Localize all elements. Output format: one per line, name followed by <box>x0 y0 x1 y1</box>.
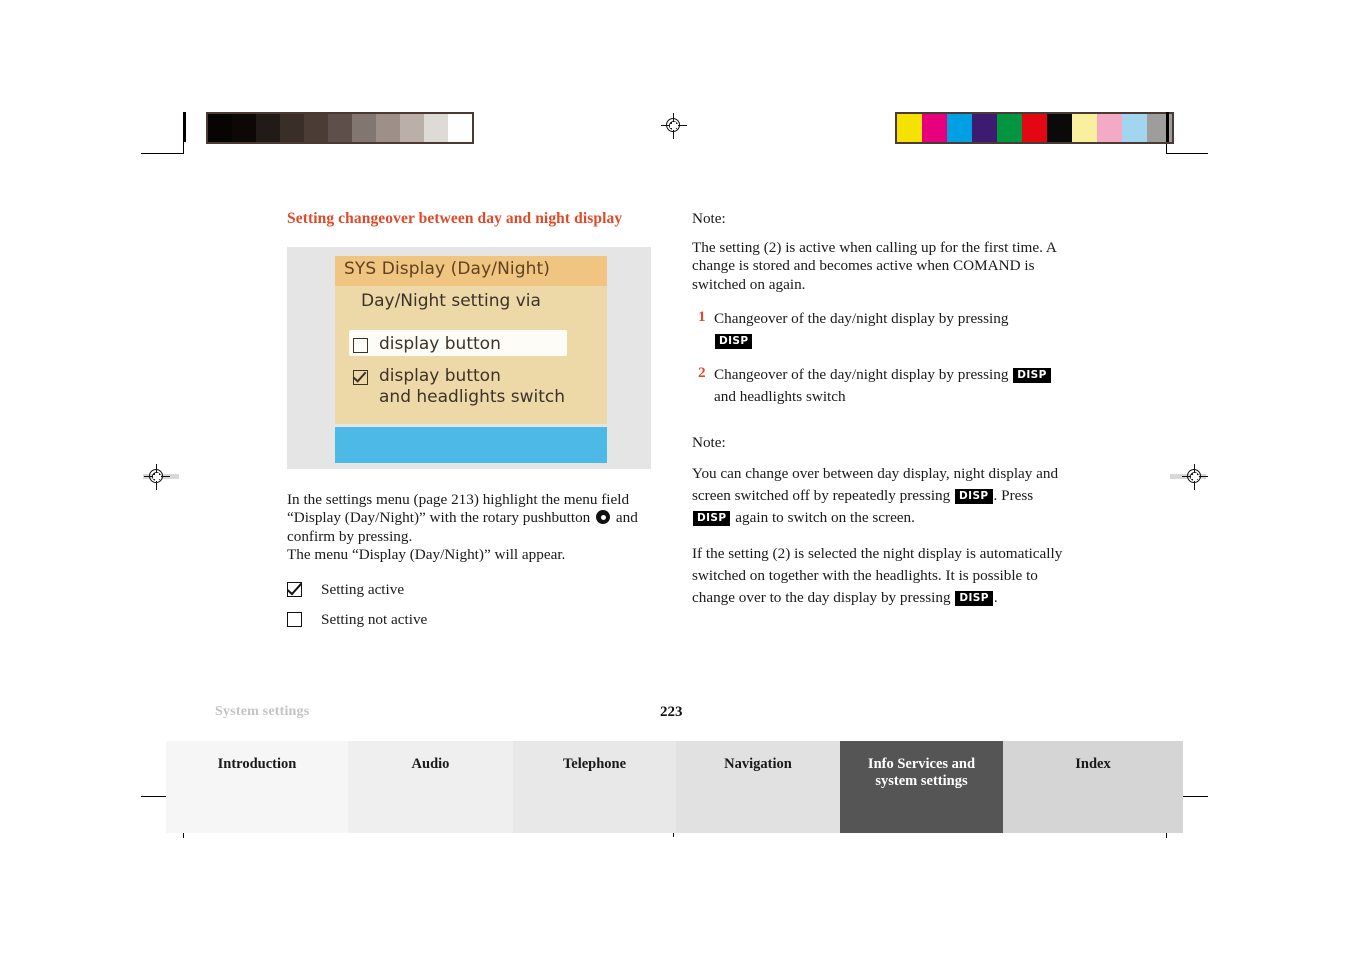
manual-page: Setting changeover between day and night… <box>0 0 1351 954</box>
footer-tab-telephone[interactable]: Telephone <box>513 741 676 833</box>
color-swatch-8 <box>1097 114 1122 142</box>
footer-tab-introduction[interactable]: Introduction <box>166 741 348 833</box>
numbered-list: 1 Changeover of the day/night display by… <box>692 308 1064 408</box>
comand-option-1-label: display button <box>379 333 501 354</box>
legend-item-not-active-label: Setting not active <box>321 610 428 628</box>
grayscale-swatch-5 <box>328 114 352 142</box>
footer-tab-info-services-and-system-settings[interactable]: Info Services and system settings <box>840 741 1003 833</box>
registration-target-right <box>1182 464 1208 490</box>
comand-screenshot-figure: SYS Display (Day/Night) Day/Night settin… <box>287 246 651 469</box>
grayscale-swatch-2 <box>256 114 280 142</box>
rotary-pushbutton-icon <box>596 510 611 525</box>
page-title: Setting changeover between day and night… <box>287 210 623 227</box>
crop-mark-top-right-horizontal <box>1166 153 1208 154</box>
color-swatch-1 <box>922 114 947 142</box>
list-item-body: Changeover of the day/night display by p… <box>714 308 1008 352</box>
legend-item-not-active: Setting not active <box>287 611 655 629</box>
checkbox-unchecked-icon <box>287 612 302 628</box>
footer-tab-label: Telephone <box>562 756 627 772</box>
list-marker: 2 <box>698 364 706 382</box>
running-head: System settings <box>215 704 310 719</box>
grayscale-swatch-7 <box>376 114 400 142</box>
grayscale-swatch-6 <box>352 114 376 142</box>
grayscale-swatch-10 <box>448 114 472 142</box>
note-label-1: Note: <box>692 210 726 227</box>
disp-button-badge: DISP <box>955 488 993 504</box>
footer-tab-index[interactable]: Index <box>1003 741 1183 833</box>
grayscale-swatch-1 <box>232 114 256 142</box>
checkbox-unchecked-icon[interactable] <box>353 337 368 353</box>
note-2-text-b: . Press <box>993 486 1034 504</box>
grayscale-swatch-9 <box>424 114 448 142</box>
numbered-list-item: 2 Changeover of the day/night display by… <box>692 364 1064 408</box>
color-swatch-3 <box>972 114 997 142</box>
comand-option-row-2[interactable]: display button and headlights switch <box>353 366 565 408</box>
section-tab-bar[interactable]: Introduction Audio Telephone Navigation Info… <box>166 741 1183 833</box>
list-item-text-continued: and headlights switch <box>714 388 846 406</box>
note-3-text-a: If the setting (2) is selected the night… <box>692 544 1063 606</box>
disp-button-badge: DISP <box>1013 368 1051 384</box>
list-item-text: Changeover of the day/night display by p… <box>714 310 1009 328</box>
color-calibration-bar <box>895 112 1174 144</box>
footer-tab-label: Index <box>1075 756 1111 772</box>
list-marker: 1 <box>698 308 706 326</box>
comand-menu-titlebar: SYS Display (Day/Night) <box>335 255 607 286</box>
grayscale-swatch-3 <box>280 114 304 142</box>
comand-option-row-1[interactable]: display button <box>353 334 501 355</box>
legend-list: Setting active Setting not active <box>287 581 655 629</box>
footer-tab-navigation[interactable]: Navigation <box>676 741 840 833</box>
comand-option-2-label-line2: and headlights switch <box>379 386 566 407</box>
disp-button-badge: DISP <box>693 510 731 526</box>
grayscale-swatch-0 <box>208 114 232 142</box>
color-swatch-2 <box>947 114 972 142</box>
grayscale-swatch-8 <box>400 114 424 142</box>
color-swatch-9 <box>1122 114 1147 142</box>
grayscale-swatch-4 <box>304 114 328 142</box>
color-swatch-7 <box>1072 114 1097 142</box>
legend-item-active-label: Setting active <box>321 580 405 598</box>
footer-tab-label: Introduction <box>217 756 297 772</box>
instruction-text-before-icon: In the settings menu (page 213) highligh… <box>287 490 630 527</box>
right-column: Note: The setting (2) is active when cal… <box>692 210 1064 623</box>
grayscale-calibration-bar <box>206 112 474 144</box>
checkbox-checked-icon[interactable] <box>353 369 368 385</box>
disp-button-badge: DISP <box>715 334 753 350</box>
note-paragraph-2: You can change over between day display,… <box>692 463 1064 529</box>
menu-appear-paragraph: The menu “Display (Day/Night)” will appe… <box>287 546 566 564</box>
crop-mark-top-left-horizontal <box>141 153 183 154</box>
numbered-list-item: 1 Changeover of the day/night display by… <box>692 308 1064 352</box>
registration-target-top <box>661 113 687 139</box>
page-number: 223 <box>660 704 683 720</box>
left-column: Setting changeover between day and night… <box>287 210 655 641</box>
footer-tab-label: Info Services and system settings <box>867 756 976 789</box>
footer-tab-audio[interactable]: Audio <box>348 741 513 833</box>
comand-option-2-label-line1: display button <box>379 365 501 386</box>
calibration-tick-right <box>1166 112 1169 142</box>
comand-menu-title: SYS Display (Day/Night) <box>344 258 550 279</box>
note-2-text-c: again to switch on the screen. <box>735 508 915 526</box>
list-item-text: Changeover of the day/night display by p… <box>714 366 1009 384</box>
color-swatch-4 <box>997 114 1022 142</box>
comand-menu-subtitle: Day/Night setting via <box>361 290 541 311</box>
footer-tab-label: Navigation <box>724 756 792 772</box>
checkbox-checked-icon <box>287 582 302 598</box>
disp-button-badge: DISP <box>955 590 993 606</box>
legend-item-active: Setting active <box>287 581 655 599</box>
instruction-paragraph: In the settings menu (page 213) highligh… <box>287 491 655 547</box>
color-swatch-5 <box>1022 114 1047 142</box>
note-paragraph-1: The setting (2) is active when calling u… <box>692 238 1056 293</box>
registration-target-left <box>144 464 170 490</box>
note-label-2: Note: <box>692 434 726 452</box>
color-swatch-0 <box>897 114 922 142</box>
comand-menu-panel: SYS Display (Day/Night) Day/Night settin… <box>335 255 607 424</box>
note-3-text-b: . <box>993 588 998 606</box>
note-paragraph-3: If the setting (2) is selected the night… <box>692 543 1064 609</box>
color-swatch-6 <box>1047 114 1072 142</box>
comand-status-bar <box>335 426 607 463</box>
list-item-body: Changeover of the day/night display by p… <box>714 364 1052 408</box>
footer-tab-label: Audio <box>411 756 450 772</box>
calibration-tick-left <box>183 112 186 142</box>
